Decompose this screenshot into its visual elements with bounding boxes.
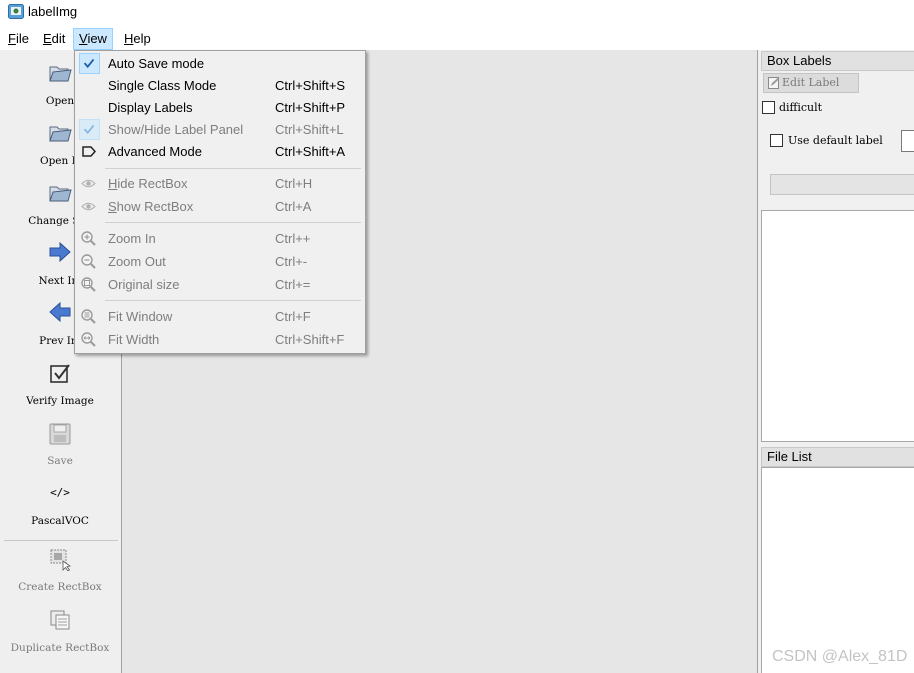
advanced-mode-icon xyxy=(82,146,97,157)
box-labels-title: Box Labels xyxy=(761,51,914,71)
menu-item-fit-window[interactable]: Fit Window Ctrl+F xyxy=(75,305,365,328)
fit-window-icon xyxy=(81,309,96,324)
box-labels-list[interactable] xyxy=(761,210,914,442)
menu-item-display-labels[interactable]: Display Labels Ctrl+Shift+P xyxy=(75,96,365,119)
toolbar-divider xyxy=(4,540,118,541)
menu-help[interactable]: Help xyxy=(119,28,156,50)
menu-edit[interactable]: Edit xyxy=(38,28,70,50)
edit-pencil-icon xyxy=(768,77,780,89)
menu-item-original-size[interactable]: Original size Ctrl+= xyxy=(75,273,365,296)
view-menu-dropdown: Auto Save mode Single Class Mode Ctrl+Sh… xyxy=(74,50,366,354)
watermark: CSDN @Alex_81D xyxy=(772,648,908,665)
checkbox-verify-icon xyxy=(50,364,70,383)
window-title: labelImg xyxy=(28,4,78,19)
eye-icon xyxy=(81,179,96,188)
menu-item-zoom-in[interactable]: Zoom In Ctrl++ xyxy=(75,227,365,250)
difficult-checkbox[interactable] xyxy=(762,101,775,114)
menu-item-hide-rectbox[interactable]: Hide RectBox Ctrl+H xyxy=(75,172,365,195)
menu-item-advanced-mode[interactable]: Advanced Mode Ctrl+Shift+A xyxy=(75,140,365,163)
arrow-right-icon xyxy=(49,241,71,263)
use-default-label-label: Use default label xyxy=(788,134,883,147)
menu-bar: File Edit View Help xyxy=(0,27,914,50)
menu-item-zoom-out[interactable]: Zoom Out Ctrl+- xyxy=(75,250,365,273)
zoom-out-icon xyxy=(81,254,96,269)
folder-open-icon xyxy=(49,186,72,202)
menu-separator xyxy=(105,300,361,301)
menu-file[interactable]: File xyxy=(3,28,34,50)
create-rectbox-icon xyxy=(50,549,72,571)
menu-separator xyxy=(105,168,361,169)
zoom-original-icon xyxy=(81,277,96,292)
menu-item-show-hide-label-panel[interactable]: Show/Hide Label Panel Ctrl+Shift+L xyxy=(75,118,365,141)
menu-separator xyxy=(105,222,361,223)
labelimg-app-icon xyxy=(8,4,24,19)
zoom-in-icon xyxy=(81,231,96,246)
label-filter-combo[interactable] xyxy=(770,174,914,195)
menu-item-single-class-mode[interactable]: Single Class Mode Ctrl+Shift+S xyxy=(75,74,365,97)
file-list[interactable] xyxy=(761,467,914,673)
edit-label-button[interactable]: Edit Label xyxy=(763,73,859,93)
duplicate-icon xyxy=(50,610,70,630)
file-list-title: File List xyxy=(761,447,914,467)
check-icon xyxy=(79,53,100,74)
menu-view[interactable]: View xyxy=(73,28,113,50)
floppy-save-icon xyxy=(49,423,71,445)
menu-item-fit-width[interactable]: Fit Width Ctrl+Shift+F xyxy=(75,328,365,351)
title-bar: labelImg xyxy=(0,0,914,26)
arrow-left-icon xyxy=(49,301,71,323)
menu-item-show-rectbox[interactable]: Show RectBox Ctrl+A xyxy=(75,195,365,218)
check-icon xyxy=(79,119,100,140)
menu-item-auto-save[interactable]: Auto Save mode xyxy=(75,52,365,75)
eye-icon xyxy=(81,202,96,211)
code-tag-icon: </> xyxy=(50,486,70,499)
default-label-input[interactable] xyxy=(901,130,914,152)
difficult-label: difficult xyxy=(779,101,823,114)
use-default-label-checkbox[interactable] xyxy=(770,134,783,147)
folder-open-icon xyxy=(49,126,72,142)
fit-width-icon xyxy=(81,332,96,347)
folder-open-icon xyxy=(49,66,72,82)
